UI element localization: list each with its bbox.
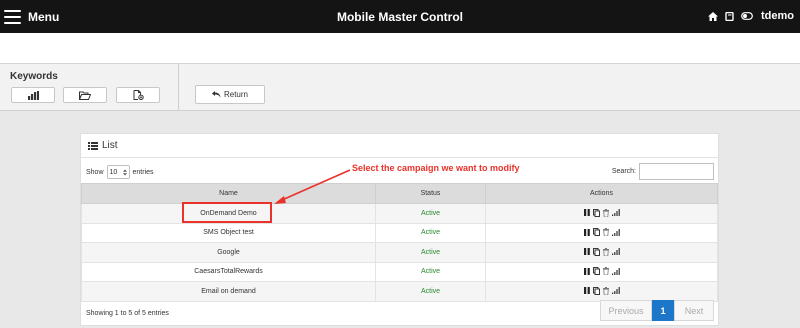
book-icon[interactable] xyxy=(725,11,734,21)
copy-icon[interactable] xyxy=(592,208,600,217)
signal-stats-icon[interactable] xyxy=(611,228,620,236)
next-page-button[interactable]: Next xyxy=(674,300,714,321)
campaign-name[interactable]: Google xyxy=(81,242,376,263)
table-header-row: Name Status Actions xyxy=(81,183,718,204)
table-row[interactable]: OnDemand Demo Active xyxy=(81,203,718,224)
row-actions xyxy=(485,261,718,282)
signal-stats-icon[interactable] xyxy=(611,248,620,255)
table-row[interactable]: Email on demand Active xyxy=(81,281,718,302)
table-row[interactable]: Google Active xyxy=(81,242,718,263)
column-header-actions: Actions xyxy=(485,183,718,204)
row-actions xyxy=(485,203,718,224)
pause-icon[interactable] xyxy=(583,248,590,255)
select-arrows-icon xyxy=(122,169,127,175)
campaign-status: Active xyxy=(375,242,486,263)
username[interactable]: tdemo xyxy=(761,10,794,22)
list-title: List xyxy=(102,140,118,151)
signal-stats-icon[interactable] xyxy=(611,209,620,216)
folder-open-icon xyxy=(79,91,91,100)
trash-icon[interactable] xyxy=(602,228,609,236)
campaign-name[interactable]: CaesarsTotalRewards xyxy=(81,261,376,282)
top-navbar: Menu Mobile Master Control tdemo xyxy=(0,0,800,33)
copy-icon[interactable] xyxy=(592,267,600,275)
campaign-status: Active xyxy=(375,281,486,302)
page-length-control: Show 10 entries xyxy=(86,165,154,179)
search-input[interactable] xyxy=(639,163,714,180)
row-actions xyxy=(485,281,718,302)
show-label: Show xyxy=(86,168,104,176)
table-row[interactable]: CaesarsTotalRewards Active xyxy=(81,261,718,282)
pause-icon[interactable] xyxy=(583,209,590,216)
pagination: Previous 1 Next xyxy=(600,300,714,321)
pause-icon[interactable] xyxy=(583,228,590,236)
table-info: Showing 1 to 5 of 5 entries xyxy=(86,310,169,317)
pause-icon[interactable] xyxy=(583,287,590,294)
trash-icon[interactable] xyxy=(602,267,609,275)
campaign-name[interactable]: SMS Object test xyxy=(81,222,376,243)
table-row[interactable]: SMS Object test Active xyxy=(81,222,718,243)
trash-icon[interactable] xyxy=(602,247,609,256)
campaign-name[interactable]: Email on demand xyxy=(81,281,376,302)
row-actions xyxy=(485,242,718,263)
return-button[interactable]: Return xyxy=(195,85,265,104)
signal-stats-icon[interactable] xyxy=(611,267,620,275)
list-panel-header: List xyxy=(81,134,718,158)
column-header-name[interactable]: Name xyxy=(81,183,376,204)
entries-label: entries xyxy=(132,168,154,176)
signal-stats-icon[interactable] xyxy=(611,287,620,294)
campaign-status: Active xyxy=(375,203,486,224)
column-header-status[interactable]: Status xyxy=(375,183,486,204)
return-arrow-icon xyxy=(211,91,221,98)
table-body: OnDemand Demo Active SMS Object test Act… xyxy=(81,203,718,302)
search-control: Search: xyxy=(612,163,714,180)
top-right-controls: tdemo xyxy=(701,10,794,22)
page-length-value: 10 xyxy=(109,168,118,176)
search-label: Search: xyxy=(611,168,636,175)
toolbar-divider xyxy=(178,64,179,111)
sub-header-bar xyxy=(0,33,800,64)
annotation-highlight-box xyxy=(182,202,272,223)
stats-icon xyxy=(27,90,39,100)
campaign-table: Name Status Actions OnDemand Demo Active… xyxy=(81,183,718,302)
page-1-button[interactable]: 1 xyxy=(652,300,674,321)
keywords-toolbar: Keywords Return xyxy=(0,64,800,111)
list-panel: List Show 10 entries Search: Name Status… xyxy=(80,133,719,326)
keywords-label: Keywords xyxy=(10,71,58,82)
copy-icon[interactable] xyxy=(592,286,600,295)
page-length-select[interactable]: 10 xyxy=(106,165,130,179)
home-icon[interactable] xyxy=(708,11,718,21)
annotation-callout: Select the campaign we want to modify xyxy=(352,163,520,173)
copy-icon[interactable] xyxy=(592,228,600,236)
pause-icon[interactable] xyxy=(583,267,590,275)
campaign-status: Active xyxy=(375,222,486,243)
trash-icon[interactable] xyxy=(602,286,609,295)
previous-page-button[interactable]: Previous xyxy=(600,300,652,321)
open-folder-button[interactable] xyxy=(63,87,107,103)
list-icon xyxy=(88,141,98,150)
new-file-icon xyxy=(133,90,144,100)
new-file-button[interactable] xyxy=(116,87,160,103)
campaign-status: Active xyxy=(375,261,486,282)
row-actions xyxy=(485,222,718,243)
app-title: Mobile Master Control xyxy=(336,10,463,24)
stats-button[interactable] xyxy=(11,87,55,103)
return-label: Return xyxy=(223,90,248,99)
trash-icon[interactable] xyxy=(602,208,609,217)
toggle-icon[interactable] xyxy=(741,12,753,20)
copy-icon[interactable] xyxy=(592,247,600,256)
